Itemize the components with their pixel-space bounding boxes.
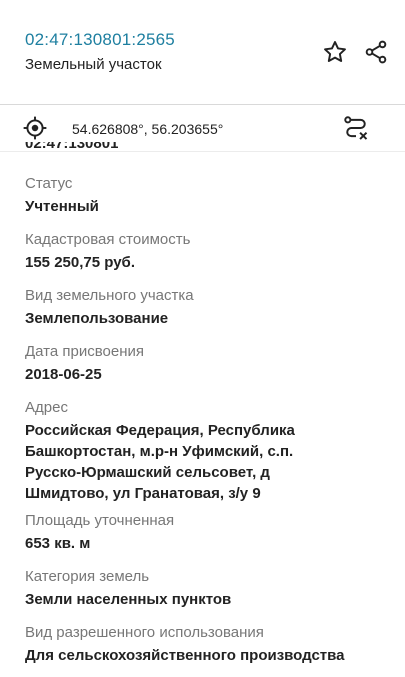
field-value: 2018-06-25 — [25, 366, 102, 383]
truncated-value: 02:47:130801 — [25, 142, 119, 152]
field-permitted-use: Вид разрешенного использования Для сельс… — [25, 623, 385, 666]
field-land-type: Вид земельного участка Землепользование — [25, 286, 385, 329]
field-label: Кадастровая стоимость — [25, 231, 191, 248]
field-cadastral-value: Кадастровая стоимость 155 250,75 руб. — [25, 230, 385, 273]
field-status: Статус Учтенный — [25, 174, 385, 217]
share-icon[interactable] — [361, 37, 391, 67]
address-line: Русско-Юрмашский сельсовет, д — [25, 464, 270, 481]
address-line: Российская Федерация, Республика — [25, 422, 295, 439]
field-address: Адрес Российская Федерация, Республика Б… — [25, 398, 385, 504]
star-icon[interactable] — [320, 37, 350, 67]
route-clear-icon[interactable] — [341, 113, 371, 143]
field-label: Статус — [25, 175, 73, 192]
field-value: Российская Федерация, Республика Башкорт… — [25, 420, 385, 504]
field-label: Площадь уточненная — [25, 512, 175, 529]
field-label: Дата присвоения — [25, 343, 144, 360]
field-value: Учтенный — [25, 198, 99, 215]
field-value: Для сельскохозяйственного производства — [25, 647, 345, 664]
locate-icon[interactable] — [20, 113, 50, 143]
field-label: Вид земельного участка — [25, 287, 194, 304]
address-line: Башкортостан, м.р-н Уфимский, с.п. — [25, 443, 294, 460]
field-value: Земли населенных пунктов — [25, 591, 232, 608]
field-land-category: Категория земель Земли населенных пункто… — [25, 567, 385, 610]
field-value: 653 кв. м — [25, 535, 91, 552]
address-line: Шмидтово, ул Гранатовая, з/у 9 — [25, 485, 261, 502]
coordinates-text[interactable]: 54.626808°, 56.203655° — [72, 121, 223, 137]
header: 02:47:130801:2565 Земельный участок — [0, 0, 405, 104]
field-label: Категория земель — [25, 568, 150, 585]
field-assignment-date: Дата присвоения 2018-06-25 — [25, 342, 385, 385]
field-value: Землепользование — [25, 310, 169, 327]
object-type: Земельный участок — [25, 56, 162, 73]
field-value: 155 250,75 руб. — [25, 254, 135, 271]
field-area: Площадь уточненная 653 кв. м — [25, 511, 385, 554]
field-label: Адрес — [25, 399, 68, 416]
field-label: Вид разрешенного использования — [25, 624, 264, 641]
cadastral-number[interactable]: 02:47:130801:2565 — [25, 30, 175, 50]
